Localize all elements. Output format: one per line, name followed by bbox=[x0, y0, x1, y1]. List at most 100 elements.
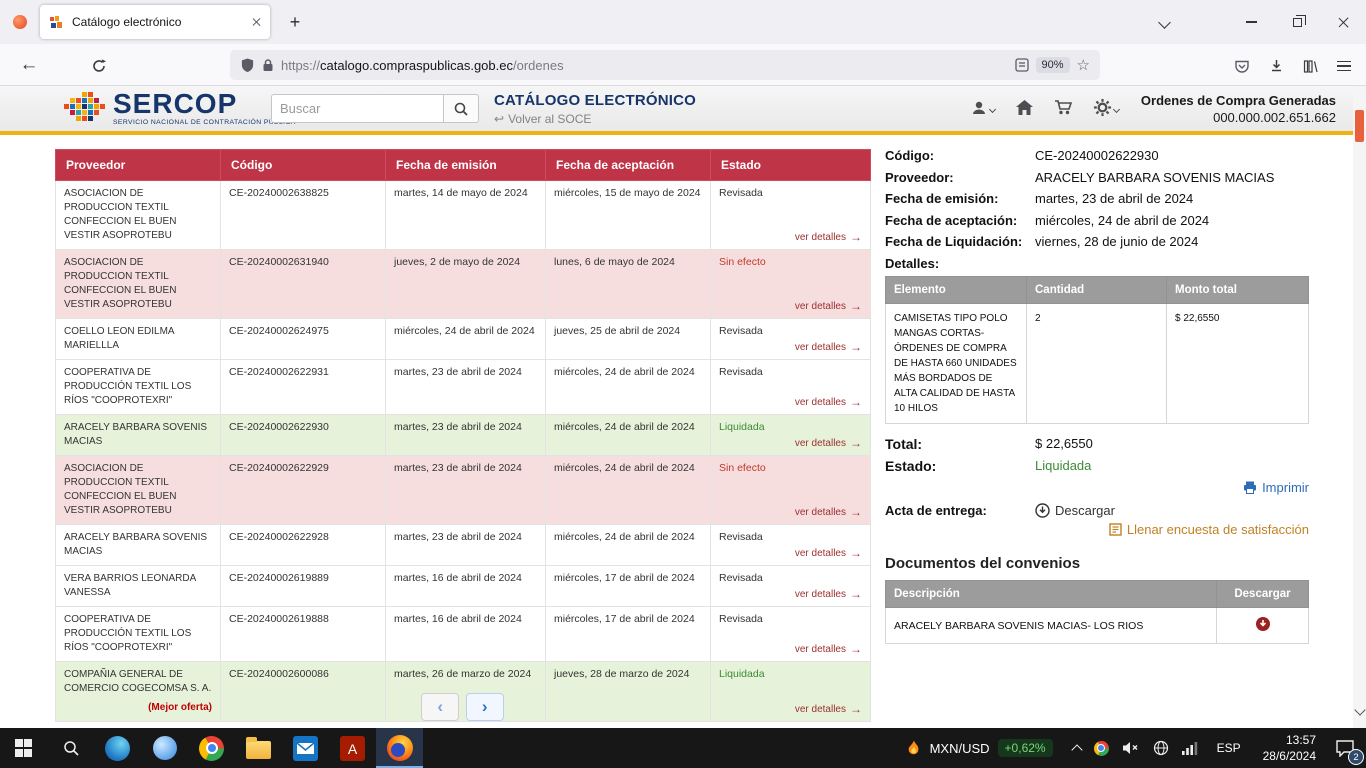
column-header-elemento: Elemento bbox=[886, 277, 1027, 304]
logo-text: SERCOP bbox=[113, 90, 296, 118]
table-row[interactable]: ARACELY BARBARA SOVENIS MACIAS CE-202400… bbox=[56, 525, 871, 566]
table-row[interactable]: ASOCIACION DE PRODUCCION TEXTIL CONFECCI… bbox=[56, 250, 871, 319]
sercop-logo[interactable]: SERCOP SERVICIO NACIONAL DE CONTRATACIÓN… bbox=[62, 90, 296, 126]
detail-field-detalles: Detalles: bbox=[885, 255, 1309, 273]
code-cell: CE-20240002622930 bbox=[221, 415, 386, 456]
url-bar[interactable]: https://catalogo.compraspublicas.gob.ec/… bbox=[230, 50, 1100, 80]
imprimir-link[interactable]: Imprimir bbox=[1243, 480, 1309, 495]
taskbar-acrobat-button[interactable]: A bbox=[329, 728, 376, 768]
back-button[interactable]: ← bbox=[14, 51, 44, 79]
zoom-level[interactable]: 90% bbox=[1036, 57, 1070, 73]
profile-icon[interactable] bbox=[13, 15, 27, 29]
taskbar-search-button[interactable] bbox=[47, 728, 94, 768]
taskbar-app-blue-button[interactable] bbox=[141, 728, 188, 768]
table-row[interactable]: ASOCIACION DE PRODUCCION TEXTIL CONFECCI… bbox=[56, 181, 871, 250]
acceptance-cell: miércoles, 24 de abril de 2024 bbox=[546, 525, 711, 566]
encuesta-link[interactable]: Llenar encuesta de satisfacción bbox=[1109, 522, 1309, 537]
status-cell: Sin efectover detalles→ bbox=[711, 456, 871, 525]
volver-soce-link[interactable]: ↩Volver al SOCE bbox=[494, 112, 696, 126]
scrollbar-down-arrow-icon[interactable] bbox=[1354, 704, 1365, 715]
field-value: martes, 23 de abril de 2024 bbox=[1035, 190, 1193, 208]
reader-mode-icon[interactable] bbox=[1015, 58, 1029, 72]
home-button[interactable] bbox=[1015, 99, 1034, 116]
detail-field-codigo: Código: CE-20240002622930 bbox=[885, 147, 1309, 165]
ver-detalles-link[interactable]: ver detalles→ bbox=[795, 642, 862, 656]
taskbar-mail-button[interactable] bbox=[282, 728, 329, 768]
signal-bars-icon[interactable] bbox=[1182, 741, 1198, 755]
ver-detalles-link[interactable]: ver detalles→ bbox=[795, 340, 862, 354]
user-menu-button[interactable] bbox=[970, 99, 995, 117]
status-cell: Revisada ver detalles→ bbox=[711, 319, 871, 360]
taskbar-explorer-button[interactable] bbox=[235, 728, 282, 768]
table-row[interactable]: COELLO LEON EDILMA MARIELLLA CE-20240002… bbox=[56, 319, 871, 360]
taskbar-edge-button[interactable] bbox=[94, 728, 141, 768]
pocket-button[interactable] bbox=[1228, 52, 1256, 80]
emission-cell: miércoles, 24 de abril de 2024 bbox=[386, 319, 546, 360]
vertical-scrollbar[interactable] bbox=[1353, 86, 1366, 728]
minimize-button[interactable] bbox=[1228, 0, 1274, 44]
acceptance-cell: miércoles, 24 de abril de 2024 bbox=[546, 456, 711, 525]
table-row[interactable]: COOPERATIVA DE PRODUCCIÓN TEXTIL LOS RÍO… bbox=[56, 607, 871, 662]
new-tab-button[interactable]: + bbox=[281, 8, 309, 36]
downloads-button[interactable] bbox=[1262, 52, 1290, 80]
download-doc-icon[interactable] bbox=[1255, 616, 1271, 632]
lock-icon bbox=[262, 58, 274, 72]
ver-detalles-link[interactable]: ver detalles→ bbox=[795, 230, 862, 244]
news-ticker-widget[interactable]: MXN/USD +0,62% bbox=[894, 728, 1065, 768]
arrow-right-icon: → bbox=[850, 642, 862, 656]
arrow-right-icon: → bbox=[850, 505, 862, 519]
start-button[interactable] bbox=[0, 728, 47, 768]
action-center-button[interactable]: 2 bbox=[1324, 728, 1366, 768]
detail-field-liquidacion: Fecha de Liquidación: viernes, 28 de jun… bbox=[885, 233, 1309, 251]
ver-detalles-link[interactable]: ver detalles→ bbox=[795, 395, 862, 409]
status-badge: Revisada bbox=[719, 325, 763, 337]
ticker-symbol: MXN/USD bbox=[930, 741, 990, 756]
field-label: Proveedor: bbox=[885, 169, 1035, 187]
status-badge: Revisada bbox=[719, 187, 763, 199]
total-row: Total: $ 22,6550 bbox=[885, 436, 1309, 452]
pagination-prev-button[interactable]: ‹ bbox=[421, 693, 459, 721]
edge-icon bbox=[105, 736, 130, 761]
tray-expand-chevron-icon[interactable] bbox=[1071, 744, 1082, 755]
page-title: CATÁLOGO ELECTRÓNICO bbox=[494, 92, 696, 109]
close-button[interactable] bbox=[1320, 0, 1366, 44]
settings-button[interactable] bbox=[1093, 98, 1119, 117]
table-row[interactable]: VERA BARRIOS LEONARDA VANESSA CE-2024000… bbox=[56, 566, 871, 607]
ver-detalles-link[interactable]: ver detalles→ bbox=[795, 505, 862, 519]
volume-muted-icon[interactable] bbox=[1122, 741, 1140, 755]
table-row[interactable]: ARACELY BARBARA SOVENIS MACIAS CE-202400… bbox=[56, 415, 871, 456]
menu-button[interactable] bbox=[1330, 52, 1358, 80]
taskbar-chrome-button[interactable] bbox=[188, 728, 235, 768]
list-tabs-chevron-icon[interactable] bbox=[1158, 16, 1171, 29]
taskbar-firefox-button[interactable] bbox=[376, 728, 423, 768]
status-cell: Revisadaver detalles→ bbox=[711, 607, 871, 662]
cart-button[interactable] bbox=[1054, 99, 1073, 116]
table-row[interactable]: COOPERATIVA DE PRODUCCIÓN TEXTIL LOS RÍO… bbox=[56, 360, 871, 415]
descargar-acta-link[interactable]: Descargar bbox=[1035, 503, 1115, 518]
total-value: $ 22,6550 bbox=[1035, 436, 1093, 451]
search-input[interactable] bbox=[271, 94, 443, 123]
url-text: https://catalogo.compraspublicas.gob.ec/… bbox=[281, 58, 1008, 73]
column-header-cantidad: Cantidad bbox=[1027, 277, 1167, 304]
pagination-next-button[interactable]: › bbox=[466, 693, 504, 721]
scrollbar-thumb[interactable] bbox=[1355, 110, 1364, 142]
network-globe-icon[interactable] bbox=[1153, 740, 1169, 756]
bookmark-star-icon[interactable]: ☆ bbox=[1077, 58, 1090, 73]
tab-close-icon[interactable] bbox=[251, 17, 261, 27]
ver-detalles-link[interactable]: ver detalles→ bbox=[795, 587, 862, 601]
ver-detalles-link[interactable]: ver detalles→ bbox=[795, 299, 862, 313]
library-button[interactable] bbox=[1296, 52, 1324, 80]
refresh-button[interactable] bbox=[86, 53, 112, 79]
taskbar-clock[interactable]: 13:57 28/6/2024 bbox=[1255, 732, 1324, 764]
restore-button[interactable] bbox=[1274, 0, 1320, 44]
ver-detalles-link[interactable]: ver detalles→ bbox=[795, 546, 862, 560]
search-button[interactable] bbox=[443, 94, 479, 123]
arrow-right-icon: → bbox=[850, 436, 862, 450]
code-cell: CE-20240002624975 bbox=[221, 319, 386, 360]
ver-detalles-link[interactable]: ver detalles→ bbox=[795, 436, 862, 450]
tray-chrome-icon[interactable] bbox=[1094, 741, 1109, 756]
windows-logo-icon bbox=[15, 739, 33, 757]
table-row[interactable]: ASOCIACION DE PRODUCCION TEXTIL CONFECCI… bbox=[56, 456, 871, 525]
browser-tab[interactable]: Catálogo electrónico bbox=[40, 5, 270, 39]
keyboard-language[interactable]: ESP bbox=[1211, 741, 1247, 755]
